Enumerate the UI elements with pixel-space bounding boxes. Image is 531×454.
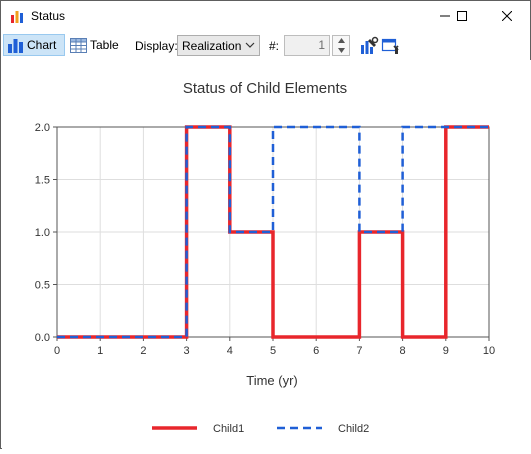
y-tick-label: 0.5 [35, 280, 50, 292]
x-tick-label: 3 [184, 345, 190, 357]
x-tick-label: 5 [270, 345, 276, 357]
x-tick-label: 6 [313, 345, 319, 357]
x-axis-label: Time (yr) [246, 373, 298, 388]
table-icon [70, 37, 87, 53]
display-select[interactable]: Realization [177, 35, 260, 56]
x-tick-label: 7 [356, 345, 362, 357]
spin-up-button[interactable] [333, 36, 349, 45]
x-tick-label: 10 [483, 345, 495, 357]
title-bar[interactable]: Status [1, 1, 530, 31]
status-chart: Status of Child Elements 0 1 2 3 4 5 6 7 8 9 10 0.0… [35, 80, 495, 435]
table-view-button[interactable]: Table [67, 34, 121, 56]
axis-layer: 0 1 2 3 4 5 6 7 8 9 10 0.0 0.5 1.0 1.5 2.0 [35, 122, 495, 357]
chart-view-label: Chart [27, 38, 57, 52]
y-tick-label: 0.0 [35, 332, 50, 344]
realization-number-input[interactable]: 1 [284, 35, 330, 56]
y-tick-label: 2.0 [35, 122, 50, 134]
chart-properties-icon [361, 36, 379, 54]
y-tick-label: 1.5 [35, 175, 50, 187]
x-tick-label: 8 [400, 345, 406, 357]
spin-down-button[interactable] [333, 46, 349, 55]
legend-label-child2: Child2 [338, 423, 369, 435]
x-tick-label: 4 [227, 345, 233, 357]
legend-label-child1: Child1 [213, 423, 244, 435]
chart-properties-button[interactable] [359, 36, 379, 56]
count-label: #: [269, 39, 280, 53]
display-label: Display: [135, 39, 178, 53]
bar-chart-icon [8, 39, 23, 53]
close-icon [502, 11, 512, 21]
x-tick-label: 1 [97, 345, 103, 357]
maximize-icon [457, 11, 467, 21]
y-tick-label: 1.0 [35, 227, 50, 239]
chevron-up-icon [337, 38, 345, 43]
window-title: Status [31, 9, 66, 23]
chart-title: Status of Child Elements [183, 80, 347, 97]
table-view-label: Table [90, 38, 119, 52]
status-window: Status Chart Table Display: Realization … [0, 0, 531, 449]
chart-view-button[interactable]: Chart [3, 34, 65, 56]
window-settings-icon [381, 38, 399, 54]
toolbar: Chart Table Display: Realization #: 1 [1, 32, 530, 59]
display-select-value: Realization [182, 39, 242, 53]
chevron-down-icon [245, 42, 255, 48]
app-chart-icon [11, 11, 23, 23]
x-tick-label: 0 [54, 345, 60, 357]
legend: Child1 Child2 [152, 423, 369, 435]
x-tick-label: 9 [443, 345, 449, 357]
chevron-down-small-icon [337, 48, 345, 53]
close-button[interactable] [490, 1, 524, 31]
x-tick-label: 2 [140, 345, 146, 357]
maximize-button[interactable] [445, 1, 479, 31]
realization-spinner[interactable] [332, 35, 350, 56]
chart-settings-button[interactable] [381, 36, 401, 56]
chart-area: Status of Child Elements 0 1 2 3 4 5 6 7 8 9 10 0.0… [2, 60, 531, 449]
